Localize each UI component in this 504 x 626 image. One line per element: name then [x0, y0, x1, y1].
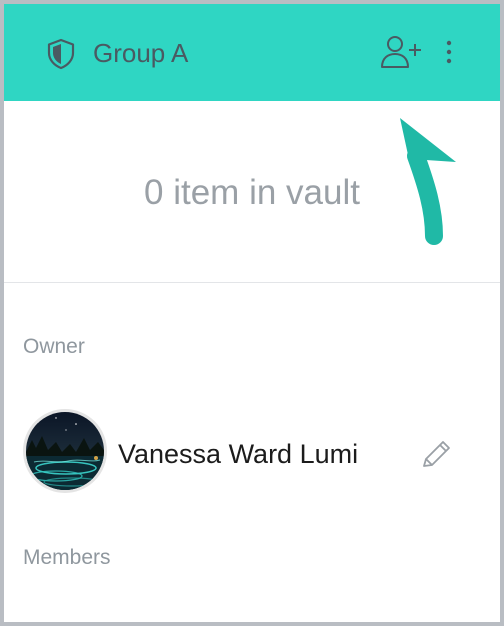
owner-label: Owner: [23, 335, 85, 358]
avatar-image: [26, 412, 104, 490]
group-header: Group A: [4, 4, 500, 101]
add-user-icon[interactable]: [380, 34, 422, 70]
owner-row: Vanessa Ward Lumi: [23, 409, 483, 495]
members-label: Members: [23, 546, 111, 569]
shield-icon: [47, 38, 75, 70]
group-title: Group A: [93, 38, 189, 68]
annotation-arrow: [400, 118, 456, 245]
group-card: Group A 0 item in vault Owner Vanessa Wa…: [4, 4, 500, 622]
more-vertical-icon[interactable]: [441, 38, 457, 66]
pencil-icon[interactable]: [418, 437, 452, 473]
owner-name: Vanessa Ward Lumi: [118, 439, 359, 469]
avatar[interactable]: [23, 409, 107, 493]
